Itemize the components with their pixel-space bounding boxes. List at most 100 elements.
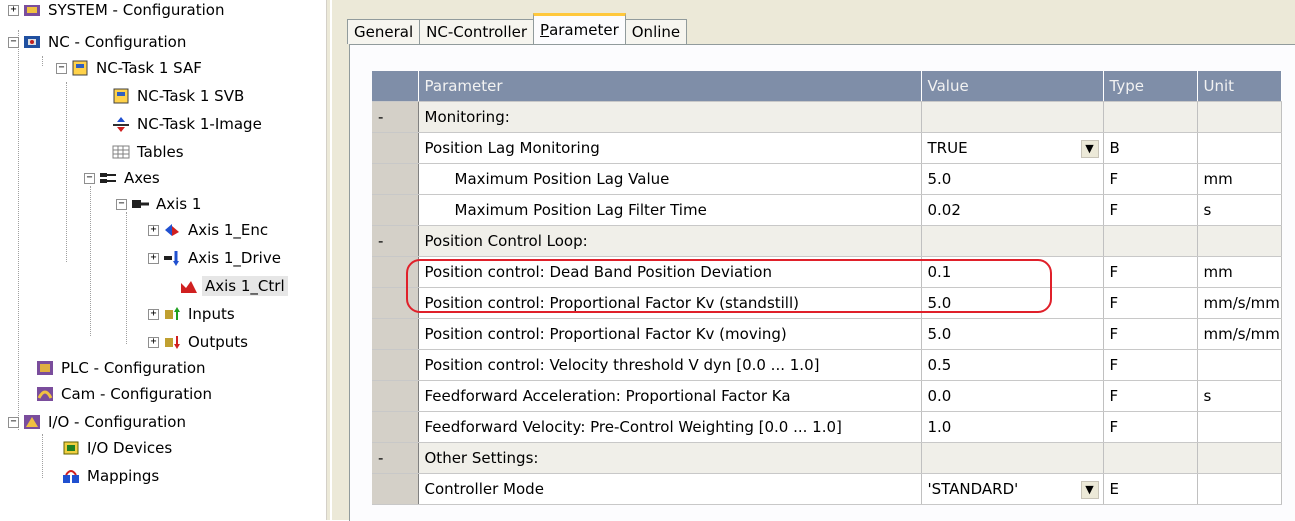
tab-nc-controller[interactable]: NC-Controller — [419, 19, 535, 44]
param-name: Position control: Proportional Factor Kv… — [418, 287, 922, 319]
outputs-icon — [163, 334, 181, 350]
table-row[interactable]: Position Lag Monitoring TRUE ▼ B — [372, 132, 1282, 164]
param-value-select[interactable]: TRUE ▼ — [921, 132, 1104, 164]
row-lead — [372, 163, 419, 195]
param-unit: mm — [1197, 163, 1282, 195]
param-unit — [1197, 411, 1282, 443]
cam-config-icon — [36, 386, 54, 402]
tree-item-io-configuration[interactable]: − I/O - Configuration — [8, 410, 189, 434]
param-value[interactable]: 5.0 — [921, 287, 1104, 319]
table-row[interactable]: - Position Control Loop: — [372, 225, 1282, 257]
axes-icon — [99, 170, 117, 186]
tree-item-cam-configuration[interactable]: Cam - Configuration — [36, 382, 215, 406]
param-value: TRUE — [927, 139, 968, 157]
tree-item-io-devices[interactable]: I/O Devices — [62, 436, 175, 460]
grid-header-unit[interactable]: Unit — [1197, 71, 1282, 102]
pane-splitter[interactable] — [326, 0, 342, 520]
solution-tree[interactable]: + SYSTEM - Configuration − NC - Configur… — [0, 0, 326, 520]
table-row[interactable]: - Monitoring: — [372, 101, 1282, 133]
grid-header-lead — [372, 71, 419, 102]
row-lead — [372, 349, 419, 381]
axis-icon — [131, 196, 149, 212]
dropdown-arrow-icon[interactable]: ▼ — [1080, 481, 1099, 499]
grid-header-value[interactable]: Value — [921, 71, 1104, 102]
encoder-icon — [163, 222, 181, 238]
grid-body: - Monitoring: Position Lag Monitoring TR… — [372, 101, 1282, 505]
table-row[interactable]: Feedforward Velocity: Pre-Control Weight… — [372, 411, 1282, 443]
tree-item-axis-1-ctrl[interactable]: Axis 1_Ctrl — [180, 274, 288, 298]
table-row[interactable]: Controller Mode 'STANDARD' ▼ E — [372, 473, 1282, 505]
table-row[interactable]: Position control: Dead Band Position Dev… — [372, 256, 1282, 288]
tree-item-axis-1-drive[interactable]: + Axis 1_Drive — [148, 246, 284, 270]
table-row[interactable]: - Other Settings: — [372, 442, 1282, 474]
param-value: 'STANDARD' — [927, 480, 1019, 498]
grid-header-type[interactable]: Type — [1103, 71, 1198, 102]
table-icon — [112, 144, 130, 160]
tree-item-outputs[interactable]: + Outputs — [148, 330, 251, 354]
collapse-toggle[interactable]: - — [372, 225, 419, 257]
param-type: F — [1103, 411, 1198, 443]
tree-item-nc-task-svb[interactable]: NC-Task 1 SVB — [112, 84, 247, 108]
param-unit: s — [1197, 380, 1282, 412]
tree-item-mappings[interactable]: Mappings — [62, 464, 162, 488]
tree-item-nc-task-saf[interactable]: − NC-Task 1 SAF — [56, 56, 205, 80]
dropdown-arrow-icon[interactable]: ▼ — [1080, 140, 1099, 158]
collapse-toggle[interactable]: - — [372, 101, 419, 133]
tree-item-nc-configuration[interactable]: − NC - Configuration — [8, 30, 189, 54]
table-row[interactable]: Position control: Proportional Factor Kv… — [372, 318, 1282, 350]
param-value — [921, 225, 1104, 257]
param-unit — [1197, 225, 1282, 257]
table-row[interactable]: Maximum Position Lag Value 5.0 F mm — [372, 163, 1282, 195]
tree-item-tables[interactable]: Tables — [112, 140, 187, 164]
param-value[interactable]: 0.0 — [921, 380, 1104, 412]
grid-header-parameter[interactable]: Parameter — [418, 71, 922, 102]
row-lead — [372, 287, 419, 319]
tree-item-nc-task-image[interactable]: NC-Task 1-Image — [112, 112, 265, 136]
param-unit — [1197, 442, 1282, 474]
table-row[interactable]: Position control: Velocity threshold V d… — [372, 349, 1282, 381]
tab-parameter[interactable]: Parameter — [533, 13, 626, 44]
table-row[interactable]: Feedforward Acceleration: Proportional F… — [372, 380, 1282, 412]
param-type — [1103, 442, 1198, 474]
tab-general[interactable]: General — [347, 19, 421, 44]
param-value-select[interactable]: 'STANDARD' ▼ — [921, 473, 1104, 505]
param-type — [1103, 225, 1198, 257]
grid-header-row: Parameter Value Type Unit — [372, 71, 1282, 102]
drive-icon — [163, 250, 181, 266]
tree-line — [18, 30, 19, 430]
param-value[interactable]: 5.0 — [921, 318, 1104, 350]
param-value — [921, 442, 1104, 474]
tree-item-axes[interactable]: − Axes — [84, 166, 163, 190]
image-icon — [112, 116, 130, 132]
param-name: Other Settings: — [418, 442, 922, 474]
param-type: F — [1103, 318, 1198, 350]
tree-item-system-configuration[interactable]: + SYSTEM - Configuration — [8, 0, 227, 22]
tree-item-inputs[interactable]: + Inputs — [148, 302, 238, 326]
param-name: Maximum Position Lag Value — [418, 163, 922, 195]
row-lead — [372, 318, 419, 350]
task-icon — [71, 60, 89, 76]
tree-line — [42, 56, 43, 66]
param-unit: mm — [1197, 256, 1282, 288]
tree-line — [90, 186, 91, 336]
table-row[interactable]: Position control: Proportional Factor Kv… — [372, 287, 1282, 319]
param-value[interactable]: 5.0 — [921, 163, 1104, 195]
param-unit — [1197, 473, 1282, 505]
param-unit: mm/s/mm — [1197, 318, 1282, 350]
task-icon — [112, 88, 130, 104]
param-name: Position Control Loop: — [418, 225, 922, 257]
tree-item-axis-1[interactable]: − Axis 1 — [116, 192, 204, 216]
table-row[interactable]: Maximum Position Lag Filter Time 0.02 F … — [372, 194, 1282, 226]
param-value[interactable]: 0.1 — [921, 256, 1104, 288]
tree-item-plc-configuration[interactable]: PLC - Configuration — [36, 356, 209, 380]
param-name: Controller Mode — [418, 473, 922, 505]
param-value[interactable]: 1.0 — [921, 411, 1104, 443]
tree-line — [66, 82, 67, 262]
param-type: B — [1103, 132, 1198, 164]
tree-item-axis-1-enc[interactable]: + Axis 1_Enc — [148, 218, 271, 242]
param-value[interactable]: 0.5 — [921, 349, 1104, 381]
param-value[interactable]: 0.02 — [921, 194, 1104, 226]
param-name: Feedforward Velocity: Pre-Control Weight… — [418, 411, 922, 443]
tab-online[interactable]: Online — [624, 19, 688, 44]
collapse-toggle[interactable]: - — [372, 442, 419, 474]
